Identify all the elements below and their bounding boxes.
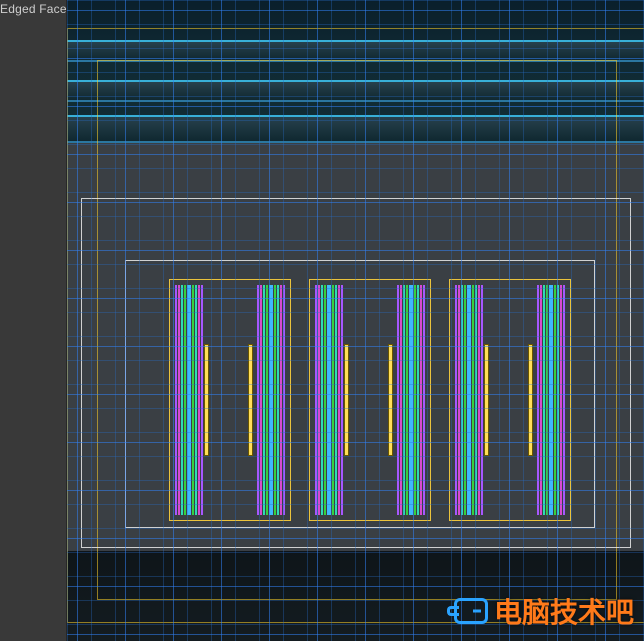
door-leaf [551, 285, 565, 515]
watermark-text: 电脑技术吧 [494, 591, 634, 631]
door-leaf [411, 285, 425, 515]
door-leaf [469, 285, 483, 515]
door-leaf [455, 285, 469, 515]
door-leaf [257, 285, 271, 515]
viewport-3d[interactable] [66, 0, 644, 641]
door-handle [249, 345, 252, 455]
door-handle [485, 345, 488, 455]
door-group [455, 285, 565, 515]
door-leaf [271, 285, 285, 515]
door-handle [205, 345, 208, 455]
door-leaf [175, 285, 189, 515]
door-leaf [329, 285, 343, 515]
door-leaf [397, 285, 411, 515]
door-group [175, 285, 285, 515]
door-leaf [537, 285, 551, 515]
door-leaf [315, 285, 329, 515]
watermark-logo-icon [454, 598, 488, 624]
app-root: { "viewport": { "label_suffix": "Edged F… [0, 0, 644, 641]
door-leaf [189, 285, 203, 515]
door-handle [345, 345, 348, 455]
door-handle [529, 345, 532, 455]
watermark: 电脑技术吧 [454, 591, 634, 631]
scene-root [67, 0, 644, 641]
door-group [315, 285, 425, 515]
door-handle [389, 345, 392, 455]
